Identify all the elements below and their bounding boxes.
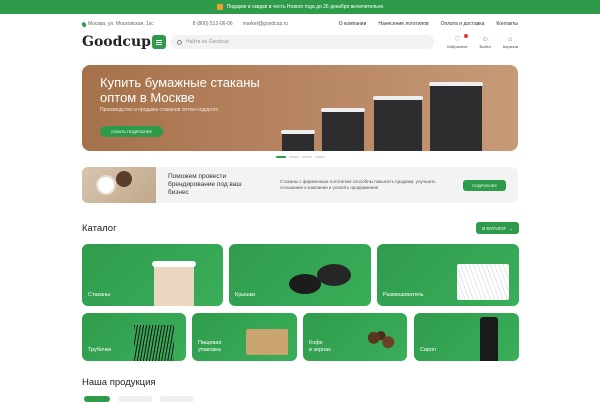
cup-lid-image bbox=[152, 261, 196, 267]
carousel-dot[interactable] bbox=[276, 156, 286, 158]
to-catalog-label: В КАТАЛОГ bbox=[482, 225, 507, 231]
carousel-dots bbox=[276, 156, 325, 158]
syrup-bottle-image bbox=[480, 317, 498, 361]
branding-banner: Поможем провести брендирование под ваш б… bbox=[82, 167, 518, 203]
lids-image bbox=[317, 264, 351, 286]
promo-text: Подарки и скидки в честь Нового года до … bbox=[226, 4, 384, 10]
cup-image bbox=[321, 108, 365, 151]
category-label: Пищевая упаковка bbox=[198, 340, 222, 353]
coffee-image bbox=[116, 171, 132, 187]
branding-text: Стаканы с фирменным логотипом способны п… bbox=[280, 179, 436, 190]
category-label: Сироп bbox=[420, 346, 437, 353]
food-box-image bbox=[246, 329, 288, 355]
search-placeholder: Найти на Goodcup bbox=[186, 39, 229, 45]
category-card[interactable]: Трубочки bbox=[82, 313, 186, 361]
gift-icon bbox=[216, 4, 223, 10]
category-card[interactable]: Пищевая упаковка bbox=[192, 313, 297, 361]
cup-image bbox=[281, 130, 315, 151]
nav-logo-printing[interactable]: Нанесение логотипов bbox=[378, 21, 428, 27]
login-label: Войти bbox=[479, 43, 491, 49]
catalog-menu-button[interactable] bbox=[152, 35, 166, 49]
search-icon bbox=[177, 39, 182, 45]
topbar: Москва, ул. Московская, 1кс 8 (800) 512-… bbox=[80, 14, 518, 34]
nav-about[interactable]: О компании bbox=[339, 21, 367, 27]
top-nav: О компании Нанесение логотипов Оплата и … bbox=[339, 21, 518, 27]
location-pin-icon bbox=[80, 20, 88, 28]
branding-image bbox=[82, 167, 156, 203]
search-input[interactable]: Найти на Goodcup bbox=[171, 35, 434, 49]
category-label: Крышки bbox=[235, 291, 256, 298]
hero-learn-more-button[interactable]: УЗНАТЬ ПОДРОБНЕЕ bbox=[100, 126, 163, 137]
menu-line bbox=[156, 41, 162, 43]
products-title: Наша продукция bbox=[82, 377, 156, 388]
cups-image bbox=[154, 264, 194, 306]
email-link[interactable]: market@goodcup.ru bbox=[243, 21, 288, 27]
hero-subtitle: Производство и продажа стаканов оптом не… bbox=[100, 107, 219, 113]
category-label: Стаканы bbox=[88, 291, 111, 298]
nav-payment-delivery[interactable]: Оплата и доставка bbox=[441, 21, 485, 27]
promo-bar: Подарки и скидки в честь Нового года до … bbox=[0, 0, 600, 14]
address[interactable]: Москва, ул. Московская, 1кс bbox=[80, 20, 154, 28]
catalog-title: Каталог bbox=[82, 223, 117, 234]
heart-icon: ♡ bbox=[454, 35, 461, 43]
products-tab[interactable] bbox=[160, 396, 194, 402]
category-label: Размешиватель bbox=[383, 291, 424, 298]
products-tab[interactable] bbox=[118, 396, 152, 402]
coffee-beans-image bbox=[363, 329, 399, 351]
category-card[interactable]: Размешиватель bbox=[377, 244, 519, 306]
phone-link[interactable]: 8 (800) 512-06-06 bbox=[193, 21, 233, 27]
lids-image bbox=[289, 274, 321, 294]
hero-banner[interactable]: Купить бумажные стаканы оптом в Москве П… bbox=[82, 65, 518, 151]
category-card[interactable]: Сироп bbox=[414, 313, 519, 361]
address-text: Москва, ул. Московская, 1кс bbox=[88, 21, 154, 27]
header: Goodcup Найти на Goodcup ♡ Избранное ☺ В… bbox=[82, 32, 518, 52]
cup-image bbox=[429, 82, 483, 151]
category-label: Кофе в зернах bbox=[309, 340, 331, 353]
category-card[interactable]: Кофе в зернах bbox=[303, 313, 407, 361]
cart-button[interactable]: ⌂ Корзина bbox=[503, 36, 518, 49]
category-label: Трубочки bbox=[88, 346, 112, 353]
nav-contacts[interactable]: Контакты bbox=[496, 21, 518, 27]
stirrers-image bbox=[457, 264, 509, 300]
arrow-right-icon: → bbox=[508, 225, 513, 231]
carousel-dot[interactable] bbox=[289, 156, 299, 158]
hero-title: Купить бумажные стаканы оптом в Москве bbox=[100, 75, 260, 105]
user-icon: ☺ bbox=[481, 35, 489, 43]
products-tab[interactable] bbox=[84, 396, 110, 402]
cup-image bbox=[96, 175, 116, 195]
logo[interactable]: Goodcup bbox=[82, 34, 151, 50]
category-card[interactable]: Стаканы bbox=[82, 244, 223, 306]
header-icons: ♡ Избранное ☺ Войти ⌂ Корзина bbox=[447, 33, 518, 49]
cart-icon: ⌂ bbox=[508, 35, 513, 43]
favorites-label: Избранное bbox=[447, 43, 468, 49]
cart-label: Корзина bbox=[502, 43, 518, 49]
branding-title: Поможем провести брендирование под ваш б… bbox=[168, 173, 242, 196]
branding-details-button[interactable]: ПОДРОБНЕЕ bbox=[463, 179, 506, 191]
notification-badge bbox=[463, 33, 468, 38]
favorites-button[interactable]: ♡ Избранное bbox=[447, 33, 468, 49]
carousel-dot[interactable] bbox=[302, 156, 312, 158]
straws-image bbox=[134, 325, 174, 361]
login-button[interactable]: ☺ Войти bbox=[480, 36, 491, 49]
to-catalog-button[interactable]: В КАТАЛОГ → bbox=[476, 222, 519, 234]
menu-line bbox=[156, 39, 162, 41]
carousel-dot[interactable] bbox=[315, 156, 325, 158]
cup-image bbox=[373, 96, 423, 151]
menu-line bbox=[156, 43, 162, 45]
category-card[interactable]: Крышки bbox=[229, 244, 371, 306]
